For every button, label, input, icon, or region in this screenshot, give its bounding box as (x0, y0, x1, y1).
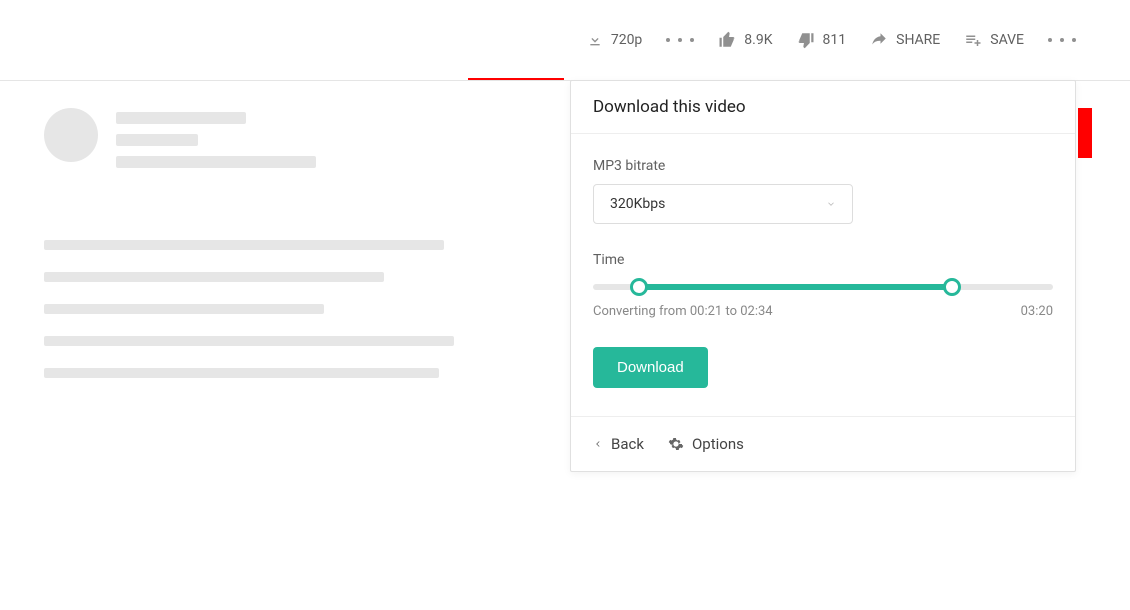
thumb-up-icon (718, 31, 736, 49)
time-total-text: 03:20 (1021, 304, 1053, 319)
popup-footer: Back Options (571, 416, 1075, 471)
channel-avatar[interactable] (44, 108, 98, 162)
like-button[interactable]: 8.9K (718, 31, 772, 49)
download-popup: Download this video MP3 bitrate 320Kbps … (570, 80, 1076, 472)
gear-icon (668, 436, 684, 452)
quality-label: 720p (611, 32, 642, 48)
skeleton-line (44, 336, 454, 346)
popup-title: Download this video (571, 81, 1075, 134)
download-button[interactable]: Download (593, 347, 708, 388)
thumb-down-icon (797, 31, 815, 49)
dislike-button[interactable]: 811 (797, 31, 847, 49)
popup-body: MP3 bitrate 320Kbps Time Converting from… (571, 134, 1075, 416)
skeleton-line (44, 304, 324, 314)
dislike-count: 811 (823, 32, 847, 48)
skeleton-line (44, 272, 384, 282)
save-label: SAVE (990, 32, 1024, 48)
time-info-row: Converting from 00:21 to 02:34 03:20 (593, 304, 1053, 319)
bitrate-select[interactable]: 320Kbps (593, 184, 853, 224)
back-label: Back (611, 435, 644, 453)
time-slider[interactable] (593, 284, 1053, 290)
download-quality-button[interactable]: 720p (587, 32, 642, 48)
share-label: SHARE (896, 32, 940, 48)
save-button[interactable]: SAVE (964, 31, 1024, 49)
bitrate-label: MP3 bitrate (593, 158, 1053, 174)
skeleton-line (44, 368, 439, 378)
options-label: Options (692, 435, 744, 453)
like-count: 8.9K (744, 32, 772, 48)
bitrate-value: 320Kbps (610, 196, 665, 212)
subscribe-tab-fragment (1078, 108, 1092, 158)
download-icon (587, 32, 603, 48)
description-skeleton (44, 240, 454, 378)
skeleton-line (116, 134, 198, 146)
slider-fill (639, 284, 952, 290)
quality-more-icon[interactable] (666, 38, 694, 42)
back-button[interactable]: Back (593, 435, 644, 453)
share-icon (870, 31, 888, 49)
slider-handle-end[interactable] (943, 278, 961, 296)
chevron-left-icon (593, 437, 603, 451)
skeleton-line (116, 112, 246, 124)
channel-text-skeleton (116, 112, 316, 168)
skeleton-line (44, 240, 444, 250)
time-status-text: Converting from 00:21 to 02:34 (593, 304, 773, 319)
share-button[interactable]: SHARE (870, 31, 940, 49)
chevron-down-icon (826, 199, 836, 209)
more-actions-icon[interactable] (1048, 38, 1076, 42)
channel-info-block (44, 108, 316, 168)
slider-handle-start[interactable] (630, 278, 648, 296)
video-action-bar: 720p 8.9K 811 SHARE SAVE (0, 28, 1130, 52)
playlist-add-icon (964, 31, 982, 49)
options-button[interactable]: Options (668, 435, 744, 453)
time-label: Time (593, 252, 1053, 268)
skeleton-line (116, 156, 316, 168)
